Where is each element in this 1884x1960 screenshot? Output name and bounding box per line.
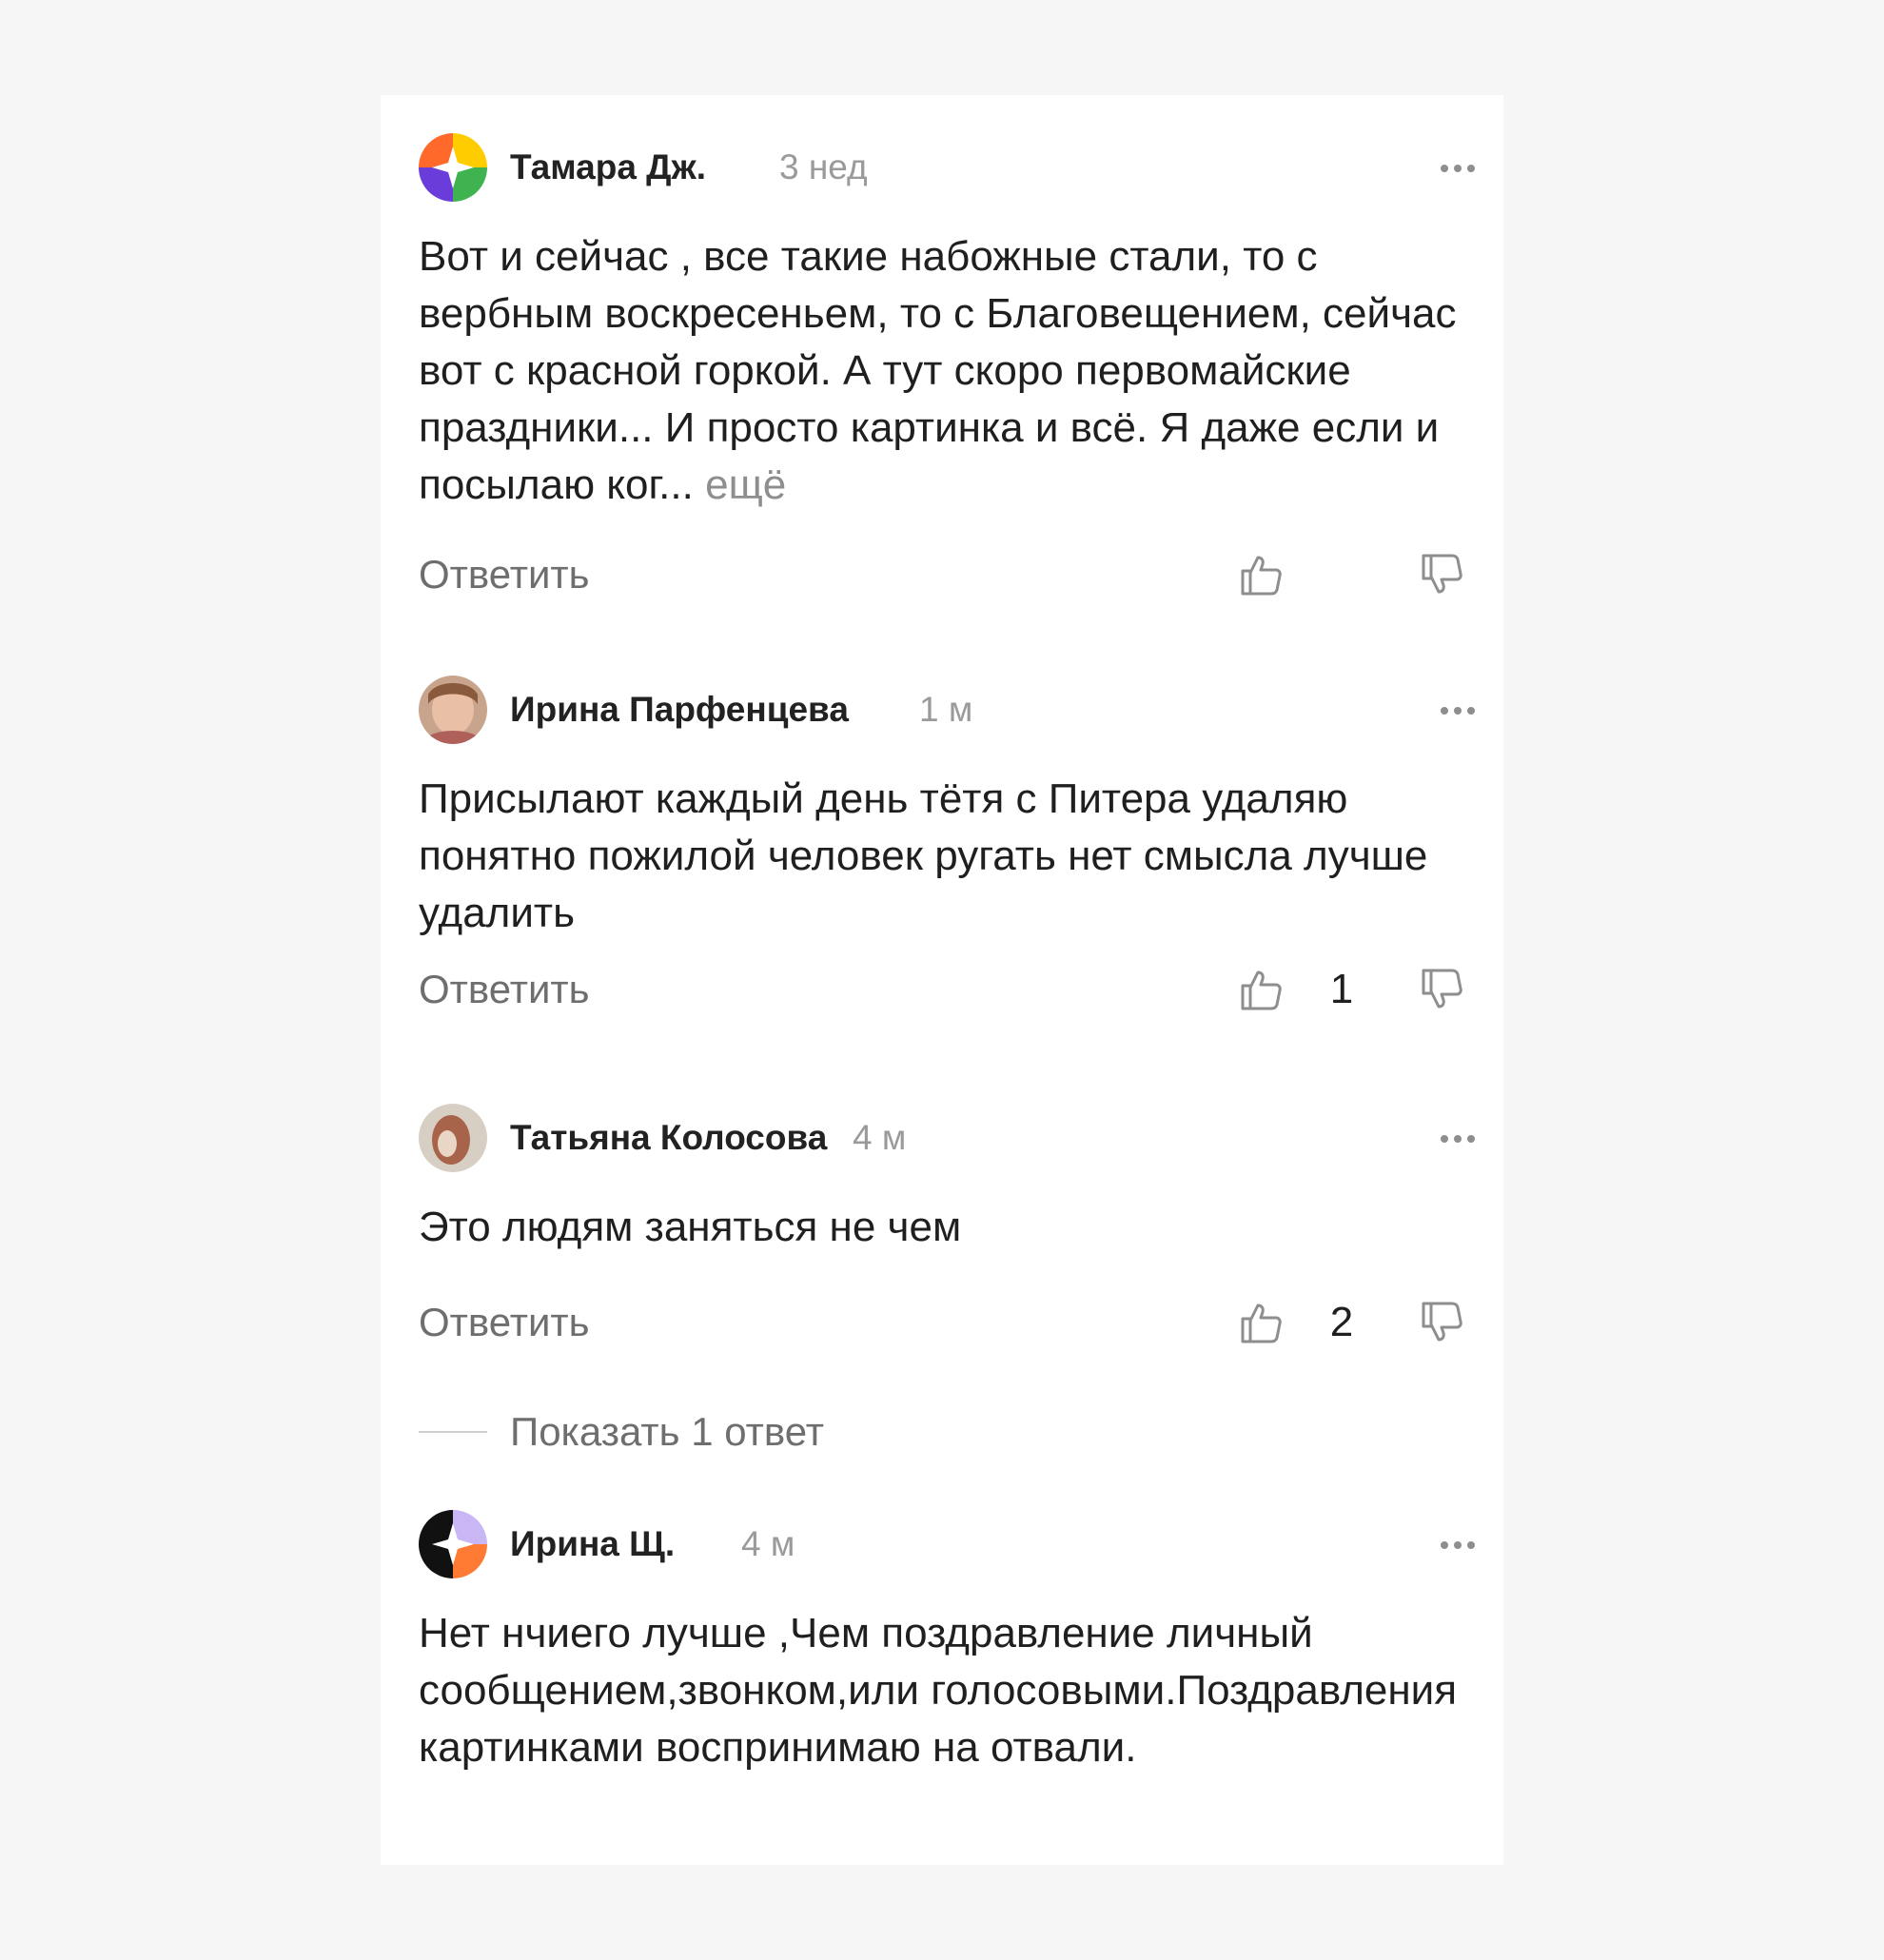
author-name[interactable]: Тамара Дж.	[510, 148, 706, 186]
avatar[interactable]	[419, 676, 487, 744]
thumbs-up-icon[interactable]	[1237, 965, 1286, 1014]
avatar[interactable]	[419, 133, 487, 202]
more-dots-icon[interactable]	[1437, 154, 1479, 181]
avatar[interactable]	[419, 1104, 487, 1172]
more-dots-icon[interactable]	[1437, 1125, 1479, 1151]
author-name[interactable]: Ирина Парфенцева	[510, 691, 849, 729]
thumbs-down-icon[interactable]	[1418, 550, 1467, 599]
comments-card: Тамара Дж. 3 нед Вот и сейчас , все таки…	[381, 95, 1503, 1865]
comment-time: 3 нед	[779, 147, 868, 186]
thumbs-down-icon[interactable]	[1418, 965, 1467, 1014]
comment-text: Присылают каждый день тётя с Питера удал…	[419, 775, 1428, 936]
comment-text-body: Вот и сейчас , все такие набожные стали,…	[419, 233, 1457, 508]
comment-header: Татьяна Колосова 4 м	[419, 1104, 1484, 1172]
comment-actions: Ответить 2	[419, 1294, 1484, 1351]
comment-header: Тамара Дж. 3 нед	[419, 133, 1484, 202]
avatar[interactable]	[419, 1510, 487, 1578]
comment-text: Это людям заняться не чем	[419, 1204, 962, 1250]
like-count: 2	[1329, 1299, 1354, 1345]
reply-button[interactable]: Ответить	[419, 969, 590, 1010]
expand-link[interactable]: ещё	[705, 461, 786, 508]
thumbs-up-icon[interactable]	[1237, 1298, 1286, 1347]
comment-time: 1 м	[919, 690, 973, 729]
thumbs-down-icon[interactable]	[1418, 1298, 1467, 1347]
comment-time: 4 м	[853, 1118, 907, 1157]
comment-text: Вот и сейчас , все такие набожные стали,…	[419, 228, 1484, 514]
reply-button[interactable]: Ответить	[419, 554, 590, 596]
reply-button[interactable]: Ответить	[419, 1302, 590, 1343]
show-replies-label[interactable]: Показать 1 ответ	[510, 1411, 824, 1453]
show-replies-button[interactable]: Показать 1 ответ	[419, 1403, 990, 1460]
colorful-burst-avatar-icon	[419, 133, 487, 202]
comment-time: 4 м	[741, 1524, 795, 1563]
comment-text: Нет нчиего лучше ,Чем поздравление личны…	[419, 1610, 1458, 1771]
user-photo-avatar	[419, 1104, 487, 1172]
like-count: 1	[1329, 966, 1354, 1012]
comment-actions: Ответить	[419, 546, 1484, 603]
user-photo-avatar	[419, 676, 487, 744]
comment-actions: Ответить 1	[419, 961, 1484, 1018]
author-name[interactable]: Ирина Щ.	[510, 1525, 675, 1563]
comment-header: Ирина Парфенцева 1 м	[419, 676, 1484, 744]
thumbs-up-icon[interactable]	[1237, 550, 1286, 599]
comment-header: Ирина Щ. 4 м	[419, 1510, 1484, 1578]
author-name[interactable]: Татьяна Колосова	[510, 1119, 827, 1157]
divider	[419, 1431, 487, 1433]
more-dots-icon[interactable]	[1437, 696, 1479, 723]
colorful-burst-avatar-icon	[419, 1510, 487, 1578]
more-dots-icon[interactable]	[1437, 1531, 1479, 1558]
